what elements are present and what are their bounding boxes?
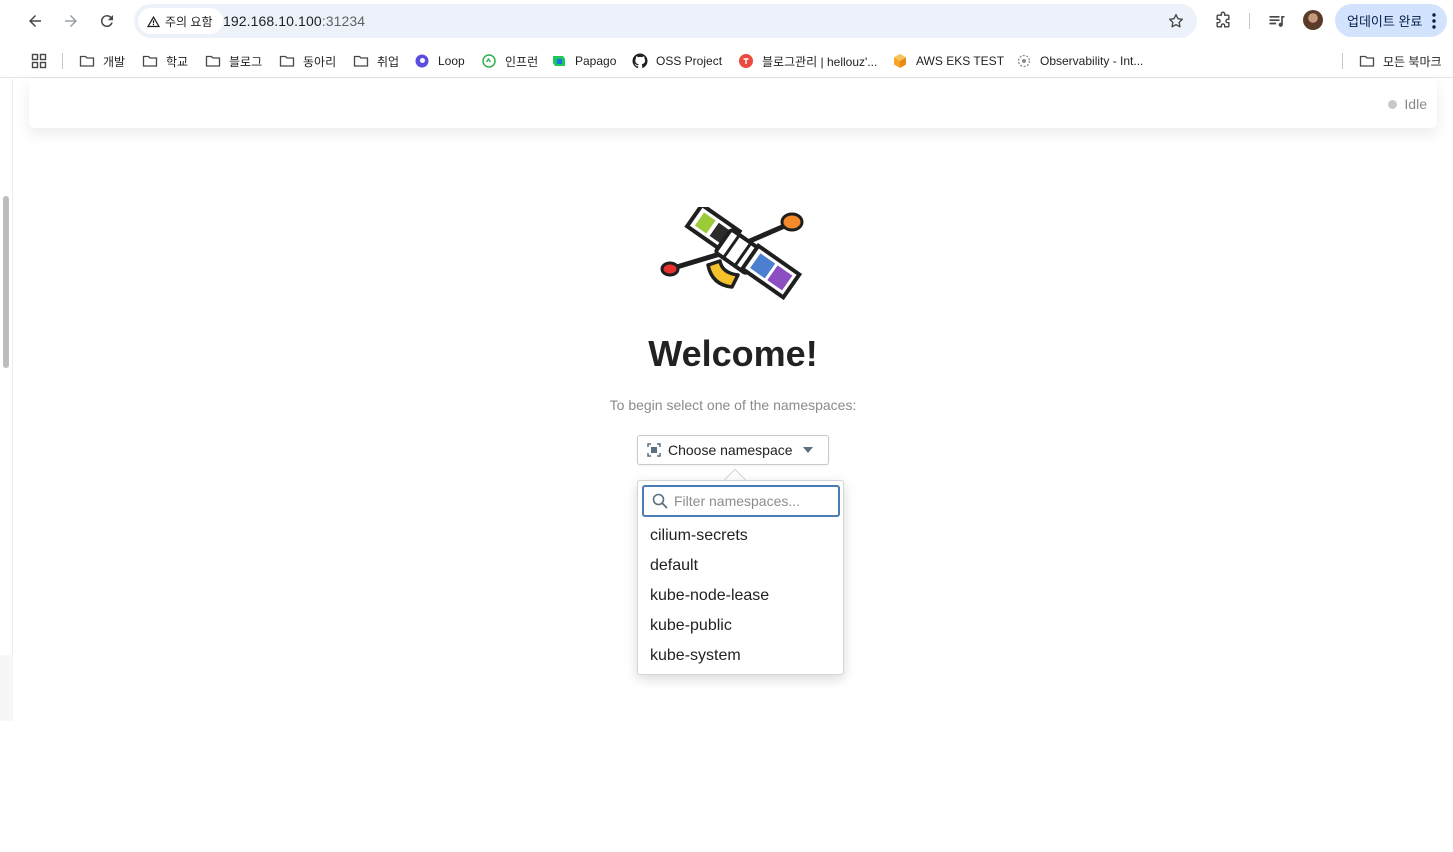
bookmark-label: 블로그 — [229, 54, 263, 69]
choose-namespace-label: Choose namespace — [668, 442, 793, 458]
namespace-option[interactable]: default — [638, 551, 843, 581]
bookmark-aws-eks[interactable]: AWS EKS TEST — [892, 52, 1004, 70]
bookmark-label: 학교 — [166, 54, 189, 69]
all-bookmarks-label: 모든 북마크 — [1383, 54, 1442, 69]
namespace-filter-field[interactable] — [642, 485, 840, 517]
github-icon — [632, 53, 648, 69]
bookmarks-divider — [62, 53, 63, 69]
bookmarks-bar: 개발 학교 블로그 동아리 취업 Loop 인프런 Papago OSS Pro… — [0, 42, 1453, 78]
bookmark-loop[interactable]: Loop — [414, 52, 465, 70]
bookmark-label: 취업 — [377, 54, 400, 69]
hubble-ui-page: Idle Welcome! To begin select one of the… — [13, 79, 1453, 721]
namespace-icon — [647, 443, 661, 457]
namespace-option[interactable]: cilium-secrets — [638, 521, 843, 551]
scrollbar-thumb[interactable] — [3, 196, 9, 368]
choose-namespace-button[interactable]: Choose namespace — [637, 435, 829, 465]
warning-triangle-icon — [146, 15, 161, 27]
update-button[interactable]: 업데이트 완료 — [1335, 4, 1447, 37]
hubble-satellite-logo — [660, 207, 804, 301]
bookmark-inflearn[interactable]: 인프런 — [481, 52, 538, 70]
folder-icon — [1359, 55, 1375, 67]
namespace-popover: cilium-secrets default kube-node-lease k… — [637, 480, 844, 675]
namespace-list: cilium-secrets default kube-node-lease k… — [638, 521, 843, 671]
profile-avatar[interactable] — [1303, 10, 1323, 30]
top-status-bar: Idle — [29, 79, 1437, 128]
papago-icon — [553, 56, 565, 66]
folder-icon — [353, 55, 369, 67]
page-left-rail-lower — [0, 655, 13, 721]
bookmark-label: Papago — [575, 54, 617, 68]
bookmark-label: 인프런 — [505, 54, 539, 69]
bookmark-label: AWS EKS TEST — [916, 54, 1005, 68]
welcome-title: Welcome! — [648, 333, 818, 374]
status-label: Idle — [1404, 96, 1427, 112]
back-button[interactable] — [20, 6, 50, 36]
toolbar-divider — [1249, 13, 1250, 29]
bookmark-label: 동아리 — [303, 54, 337, 69]
folder-icon — [279, 55, 295, 67]
update-label: 업데이트 완료 — [1347, 14, 1423, 29]
folder-icon — [205, 55, 221, 67]
folder-icon — [79, 55, 95, 67]
search-icon — [652, 493, 668, 509]
bookmark-folder-club[interactable]: 동아리 — [279, 52, 336, 70]
address-bar[interactable]: 주의 요함 192.168.10.100:31234 — [134, 4, 1197, 38]
bookmark-label: 개발 — [103, 54, 126, 69]
page-left-rail — [0, 79, 13, 721]
reading-list-button[interactable] — [1266, 10, 1288, 32]
namespace-option[interactable]: kube-system — [638, 641, 843, 671]
media-queue-icon — [1269, 16, 1285, 27]
loop-icon — [415, 54, 429, 68]
bookmark-label: OSS Project — [656, 54, 723, 68]
reload-icon — [100, 15, 113, 28]
aws-cube-icon — [894, 54, 906, 68]
bookmark-star-icon[interactable] — [1167, 12, 1185, 30]
bookmark-folder-blog[interactable]: 블로그 — [205, 52, 262, 70]
apps-grid-icon — [31, 53, 47, 69]
all-bookmarks-button[interactable]: 모든 북마크 — [1359, 52, 1442, 70]
browser-toolbar: 주의 요함 192.168.10.100:31234 업데이트 완료 — [0, 0, 1453, 42]
bookmark-folder-dev[interactable]: 개발 — [79, 52, 125, 70]
namespace-option[interactable]: kube-public — [638, 611, 843, 641]
kebab-menu-icon[interactable] — [1432, 13, 1436, 29]
welcome-subtitle: To begin select one of the namespaces: — [609, 397, 857, 413]
connection-status: Idle — [1388, 96, 1427, 112]
url-host: 192.168.10.100 — [223, 13, 322, 29]
status-dot — [1388, 99, 1398, 109]
security-label: 주의 요함 — [165, 14, 213, 29]
bookmark-observability[interactable]: Observability - Int... — [1016, 52, 1143, 70]
forward-button[interactable] — [56, 6, 86, 36]
url-port: :31234 — [321, 13, 366, 29]
arrow-right-icon — [65, 15, 77, 27]
bookmark-label: Loop — [438, 54, 465, 68]
reload-button[interactable] — [92, 6, 122, 36]
extensions-button[interactable] — [1212, 10, 1234, 32]
folder-icon — [142, 55, 158, 67]
bookmark-label: 블로그관리 | hellouz'... — [762, 54, 878, 69]
inflearn-icon — [482, 54, 496, 68]
puzzle-icon — [1216, 11, 1230, 28]
apps-button[interactable] — [31, 52, 55, 70]
caret-down-icon — [802, 447, 813, 453]
bookmark-oss-project[interactable]: OSS Project — [632, 52, 722, 70]
bookmark-folder-school[interactable]: 학교 — [142, 52, 188, 70]
observability-icon — [1017, 54, 1031, 68]
bookmark-blog-admin[interactable]: 블로그관리 | hellouz'... — [738, 52, 877, 70]
bookmark-papago[interactable]: Papago — [551, 52, 616, 70]
bookmark-folder-jobs[interactable]: 취업 — [353, 52, 399, 70]
bookmark-label: Observability - Int... — [1040, 54, 1144, 68]
tistory-icon — [739, 54, 753, 68]
namespace-option[interactable]: kube-node-lease — [638, 581, 843, 611]
bookmarks-divider — [1342, 53, 1343, 69]
namespace-filter-input[interactable] — [674, 493, 834, 509]
arrow-left-icon — [29, 15, 41, 27]
url-text[interactable]: 192.168.10.100:31234 — [223, 13, 365, 29]
security-warning-chip[interactable]: 주의 요함 — [138, 8, 223, 34]
